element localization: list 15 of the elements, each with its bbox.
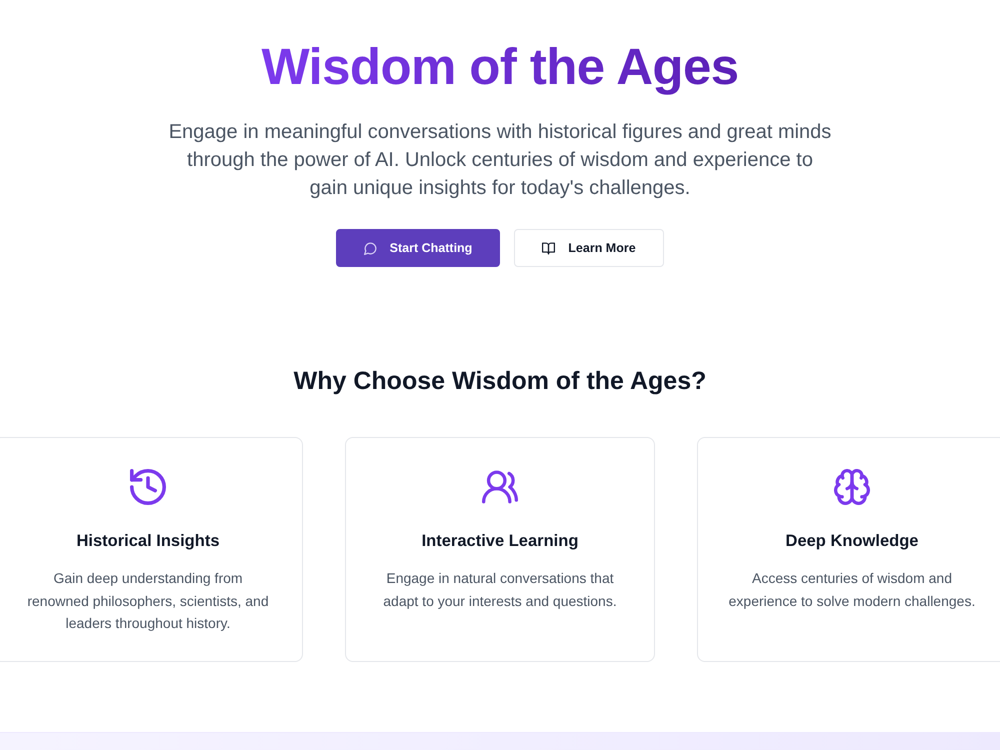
card-title: Interactive Learning — [422, 531, 578, 552]
clock-history-icon — [130, 469, 166, 505]
card-title: Deep Knowledge — [786, 531, 918, 552]
card-description: Gain deep understanding from renowned philosophers, scientists, and leaders throughout history. — [26, 569, 270, 633]
chat-bubble-icon — [364, 242, 377, 254]
brain-icon — [834, 469, 870, 505]
section-heading: Why Choose Wisdom of the Ages? — [294, 366, 706, 397]
users-icon — [482, 469, 518, 505]
book-icon — [542, 242, 556, 254]
card-description: Access centuries of wisdom and experience to solve modern challenges. — [728, 569, 976, 611]
card-description: Engage in natural conversations that adapt to your interests and questions. — [382, 569, 618, 611]
start-chatting-button[interactable]: Start Chatting — [336, 229, 500, 267]
card-title: Historical Insights — [76, 531, 220, 552]
learn-more-button[interactable]: Learn More — [514, 229, 664, 267]
hero-subtitle: Engage in meaningful conversations with historical figures and great minds through the power of AI. Unlock centuries of wisdom and experience to gain unique insights for today's challenges. — [168, 120, 832, 201]
